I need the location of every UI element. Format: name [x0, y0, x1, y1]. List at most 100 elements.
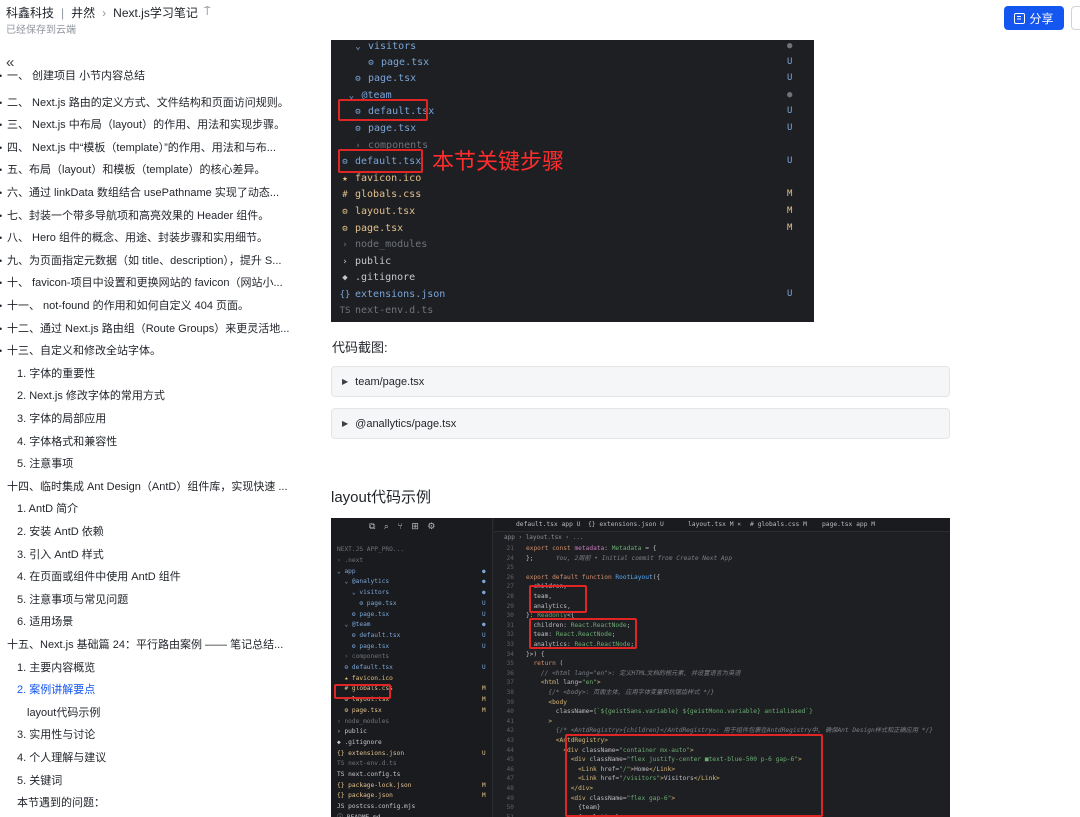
file-name: page.tsx: [381, 57, 430, 68]
more-button[interactable]: [1071, 6, 1080, 30]
explorer-item-label: ⌄ app: [337, 567, 356, 575]
file-tree-row: › public: [331, 253, 814, 270]
share-icon: [1014, 12, 1026, 24]
outline-item[interactable]: 2. 安装 AntD 依赖: [0, 522, 290, 542]
file-type-icon: TS: [339, 306, 351, 316]
outline-item[interactable]: 十二、通过 Next.js 路由组（Route Groups）来更灵活地...: [0, 319, 290, 339]
outline-item[interactable]: 五、布局（layout）和模板（template）的核心差异。: [0, 160, 290, 180]
file-tree-screenshot: TS next-env.d.ts {} extensions.json U ◆ .gitig…: [331, 40, 814, 322]
outline-item[interactable]: 3. 字体的局部应用: [0, 409, 290, 429]
outline-item[interactable]: 一、 创建项目 小节内容总结: [0, 70, 290, 86]
explorer-item-label: › .next: [337, 557, 364, 564]
file-tree-row: TS next-env.d.ts: [331, 302, 814, 319]
explorer-item: ⌄ visitors ●: [331, 588, 493, 599]
share-button[interactable]: 分享: [1004, 6, 1064, 30]
file-tree-row: {} extensions.json U: [331, 286, 814, 303]
git-status: M: [787, 206, 793, 216]
explorer-item-label: TS next-env.d.ts: [337, 760, 397, 768]
breadcrumb-folder[interactable]: 井然: [71, 4, 95, 21]
file-tree-row: ⚙ page.tsx U: [331, 54, 814, 71]
explorer-item-label: TS next.config.ts: [337, 771, 401, 778]
breadcrumb-separator: |: [61, 5, 65, 20]
outline-item[interactable]: 6. 适用场景: [0, 612, 290, 632]
outline-item[interactable]: 1. 主要内容概览: [0, 658, 290, 678]
outline-item[interactable]: 5. 关键词: [0, 771, 290, 791]
outline-item[interactable]: 3. 引入 AntD 样式: [0, 545, 290, 565]
git-status: U: [787, 156, 793, 166]
outline-item[interactable]: 2. 案例讲解要点: [0, 680, 290, 700]
outline-item[interactable]: 十一、 not-found 的作用和如何自定义 404 页面。: [0, 296, 290, 316]
git-status: U: [482, 599, 486, 607]
explorer-item-label: {} package-lock.json: [337, 781, 412, 789]
outline-item[interactable]: 七、封装一个带多导航项和高亮效果的 Header 组件。: [0, 206, 290, 226]
explorer-item-label: JS postcss.config.mjs: [337, 803, 416, 811]
outline-item[interactable]: 二、 Next.js 路由的定义方式、文件结构和页面访问规则。: [0, 93, 290, 113]
outline-item[interactable]: 九、为页面指定元数据（如 title、description），提升 S...: [0, 251, 290, 271]
explorer-panel: ⧉ ⌕ ⑂ ⊞ ⚙ NEXT.JS APP_PRO... › .next ⌄ app…: [331, 518, 493, 817]
file-tree-row: ⚙ page.tsx U: [331, 70, 814, 87]
outline-item[interactable]: 本节遇到的问题：: [0, 793, 290, 813]
explorer-item: {} extensions.json U: [331, 749, 493, 760]
outline-item[interactable]: 六、通过 linkData 数组结合 usePathname 实现了动态...: [0, 183, 290, 203]
outline-item[interactable]: 十三、自定义和修改全站字体。: [0, 341, 290, 361]
code-text: return (: [526, 660, 564, 668]
file-type-icon: ⚙: [342, 224, 348, 234]
file-type-icon: ⚙: [342, 207, 348, 217]
editor-tab: {} extensions.json U: [588, 521, 664, 528]
pin-icon[interactable]: ⍑: [204, 6, 211, 19]
explorer-item: TS next-env.d.ts: [331, 759, 493, 770]
file-name: globals.css: [355, 189, 422, 200]
code-text: }; You, 2周前 • Initial commit from Create…: [526, 554, 733, 562]
collapsible-block-team-page[interactable]: ▶ team/page.tsx: [331, 366, 950, 397]
section-heading: layout代码示例: [331, 489, 432, 506]
explorer-item: ⚙ page.tsx U: [331, 610, 493, 621]
double-chevron-left-icon[interactable]: «: [6, 55, 14, 70]
git-status: U: [787, 73, 793, 83]
explorer-item: ⓘ README.md: [331, 813, 493, 817]
git-status: ●: [482, 578, 486, 586]
highlight-box-team-default: [338, 99, 428, 121]
outline-item[interactable]: 2. Next.js 修改字体的常用方式: [0, 386, 290, 406]
explorer-item: {} package-lock.json M: [331, 781, 493, 792]
outline-item[interactable]: 3. 实用性与讨论: [0, 725, 290, 745]
explorer-item-label: {} package.json: [337, 792, 393, 800]
outline-item[interactable]: 十五、Next.js 基础篇 24：平行路由案例 —— 笔记总结...: [0, 635, 290, 655]
file-name: extensions.json: [355, 289, 446, 300]
outline-item[interactable]: 1. 字体的重要性: [0, 364, 290, 384]
outline-item[interactable]: 4. 字体格式和兼容性: [0, 432, 290, 452]
file-type-icon: {}: [339, 290, 351, 300]
outline-item[interactable]: 三、 Next.js 中布局（layout）的作用、用法和实现步骤。: [0, 115, 290, 135]
highlight-box-jsx: [565, 734, 823, 817]
outline-item[interactable]: 八、 Hero 组件的概念、用途、封装步骤和实用细节。: [0, 228, 290, 248]
git-status: M: [482, 685, 486, 693]
file-type-icon: ›: [342, 240, 348, 250]
caret-right-icon: ▶: [342, 419, 349, 428]
git-status: ●: [482, 567, 486, 575]
outline-item[interactable]: layout代码示例: [0, 703, 290, 723]
explorer-actions: ⧉ ⌕ ⑂ ⊞ ⚙: [369, 521, 439, 531]
git-status: ●: [787, 90, 793, 100]
outline-item[interactable]: 十四、临时集成 Ant Design（AntD）组件库，实现快速 ...: [0, 477, 290, 497]
explorer-item-label: {} extensions.json: [337, 749, 405, 757]
breadcrumb: 科鑫科技 | 井然 › Next.js学习笔记 ⍑: [6, 4, 210, 21]
outline-item[interactable]: 4. 个人理解与建议: [0, 748, 290, 768]
outline-item[interactable]: 5. 注意事项: [0, 454, 290, 474]
file-name: node_modules: [355, 239, 428, 250]
outline-item[interactable]: 5. 注意事项与常见问题: [0, 590, 290, 610]
explorer-item: ⚙ default.tsx U: [331, 663, 493, 674]
outline-item[interactable]: 4. 在页面或组件中使用 AntD 组件: [0, 567, 290, 587]
code-text: >: [526, 717, 553, 725]
collapsible-block-analytics-page[interactable]: ▶ @anallytics/page.tsx: [331, 408, 950, 439]
explorer-item-label: › components: [337, 653, 390, 661]
outline-item[interactable]: 四、 Next.js 中“模板（template）”的作用、用法和与布...: [0, 138, 290, 158]
outline-item[interactable]: 1. AntD 简介: [0, 499, 290, 519]
explorer-item: TS next.config.ts: [331, 770, 493, 781]
document-title[interactable]: Next.js学习笔记: [113, 4, 198, 21]
file-type-icon: ›: [342, 257, 348, 267]
explorer-item: ⚙ page.tsx U: [331, 599, 493, 610]
file-type-icon: ★: [342, 174, 348, 184]
highlight-box-default: [338, 149, 423, 173]
breadcrumb-workspace[interactable]: 科鑫科技: [6, 4, 54, 21]
git-status: U: [482, 749, 486, 757]
outline-item[interactable]: 十、 favicon-项目中设置和更换网站的 favicon（网站小...: [0, 273, 290, 293]
